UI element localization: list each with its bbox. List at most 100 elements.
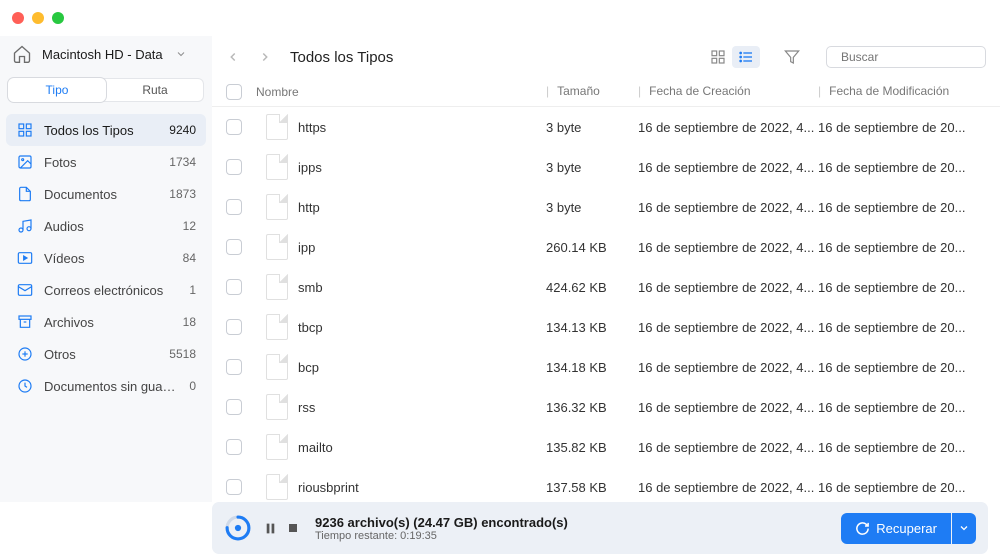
music-icon	[16, 217, 34, 235]
maximize-window-button[interactable]	[52, 12, 64, 24]
refresh-icon	[855, 521, 870, 536]
file-icon	[266, 354, 288, 380]
view-grid-button[interactable]	[704, 46, 732, 68]
row-checkbox[interactable]	[226, 239, 256, 255]
sidebar-category-4[interactable]: Vídeos84	[6, 242, 206, 274]
file-created: 16 de septiembre de 2022, 4...	[638, 480, 818, 495]
filter-button[interactable]	[778, 46, 806, 68]
scan-found-text: 9236 archivo(s) (24.47 GB) encontrado(s)	[315, 515, 568, 530]
scan-remaining-text: Tiempo restante: 0:19:35	[315, 530, 568, 542]
row-checkbox[interactable]	[226, 359, 256, 375]
sidebar-category-6[interactable]: Archivos18	[6, 306, 206, 338]
category-count: 1734	[169, 155, 196, 169]
category-label: Correos electrónicos	[44, 283, 179, 298]
table-row[interactable]: rss136.32 KB16 de septiembre de 2022, 4.…	[212, 387, 1000, 427]
row-checkbox[interactable]	[226, 399, 256, 415]
file-name: http	[298, 200, 546, 215]
minimize-window-button[interactable]	[32, 12, 44, 24]
row-checkbox[interactable]	[226, 199, 256, 215]
sidebar-category-3[interactable]: Audios12	[6, 210, 206, 242]
table-row[interactable]: ipp260.14 KB16 de septiembre de 2022, 4.…	[212, 227, 1000, 267]
sidebar-category-0[interactable]: Todos los Tipos9240	[6, 114, 206, 146]
table-row[interactable]: smb424.62 KB16 de septiembre de 2022, 4.…	[212, 267, 1000, 307]
image-icon	[16, 153, 34, 171]
category-count: 1	[189, 283, 196, 297]
row-checkbox[interactable]	[226, 159, 256, 175]
row-checkbox[interactable]	[226, 119, 256, 135]
table-header: Nombre |Tamaño |Fecha de Creación |Fecha…	[212, 78, 1000, 107]
unsaved-icon	[16, 377, 34, 395]
file-modified: 16 de septiembre de 20...	[818, 480, 986, 495]
file-created: 16 de septiembre de 2022, 4...	[638, 400, 818, 415]
sidebar-category-8[interactable]: Documentos sin guardar0	[6, 370, 206, 402]
file-icon	[266, 314, 288, 340]
category-label: Todos los Tipos	[44, 123, 159, 138]
row-checkbox[interactable]	[226, 479, 256, 495]
scan-progress-icon	[224, 514, 252, 542]
toolbar: Todos los Tipos	[212, 36, 1000, 78]
recover-label: Recuperar	[876, 521, 937, 536]
row-checkbox[interactable]	[226, 439, 256, 455]
file-size: 134.13 KB	[546, 320, 638, 335]
nav-forward-button[interactable]	[258, 50, 272, 64]
table-row[interactable]: riousbprint137.58 KB16 de septiembre de …	[212, 467, 1000, 502]
table-row[interactable]: tbcp134.13 KB16 de septiembre de 2022, 4…	[212, 307, 1000, 347]
search-input[interactable]	[841, 50, 996, 64]
file-icon	[266, 434, 288, 460]
file-created: 16 de septiembre de 2022, 4...	[638, 360, 818, 375]
nav-arrows	[226, 50, 272, 64]
file-created: 16 de septiembre de 2022, 4...	[638, 320, 818, 335]
table-row[interactable]: ipps3 byte16 de septiembre de 2022, 4...…	[212, 147, 1000, 187]
file-name: https	[298, 120, 546, 135]
recover-button-group: Recuperar	[841, 513, 976, 544]
header-modified[interactable]: |Fecha de Modificación	[818, 84, 986, 100]
recover-button[interactable]: Recuperar	[841, 513, 951, 544]
recover-dropdown-button[interactable]	[952, 513, 976, 544]
table-row[interactable]: bcp134.18 KB16 de septiembre de 2022, 4.…	[212, 347, 1000, 387]
file-modified: 16 de septiembre de 20...	[818, 360, 986, 375]
sidebar-category-7[interactable]: Otros5518	[6, 338, 206, 370]
header-name[interactable]: Nombre	[256, 84, 546, 100]
file-modified: 16 de septiembre de 20...	[818, 120, 986, 135]
table-row[interactable]: http3 byte16 de septiembre de 2022, 4...…	[212, 187, 1000, 227]
file-icon	[266, 274, 288, 300]
table-row[interactable]: mailto135.82 KB16 de septiembre de 2022,…	[212, 427, 1000, 467]
sidebar-category-2[interactable]: Documentos1873	[6, 178, 206, 210]
row-checkbox[interactable]	[226, 319, 256, 335]
grid-icon	[16, 121, 34, 139]
file-size: 136.32 KB	[546, 400, 638, 415]
header-checkbox-col[interactable]	[226, 84, 256, 100]
table-row[interactable]: https3 byte16 de septiembre de 2022, 4..…	[212, 107, 1000, 147]
file-created: 16 de septiembre de 2022, 4...	[638, 280, 818, 295]
table-body: https 3 byte 16 de septiembre de 2022, 4..…	[212, 107, 1000, 502]
close-window-button[interactable]	[12, 12, 24, 24]
file-icon	[266, 234, 288, 260]
header-created[interactable]: |Fecha de Creación	[638, 84, 818, 100]
file-icon	[266, 194, 288, 220]
file-name: ipp	[298, 240, 546, 255]
sidebar-category-1[interactable]: Fotos1734	[6, 146, 206, 178]
file-name: tbcp	[298, 320, 546, 335]
category-list: Todos los Tipos9240Fotos1734Documentos18…	[6, 114, 206, 402]
file-size: 134.18 KB	[546, 360, 638, 375]
scan-status: 9236 archivo(s) (24.47 GB) encontrado(s)…	[315, 515, 568, 542]
file-modified: 16 de septiembre de 20...	[818, 200, 986, 215]
location-selector[interactable]: Macintosh HD - Data	[6, 36, 206, 78]
header-size[interactable]: |Tamaño	[546, 84, 638, 100]
sidebar-category-5[interactable]: Correos electrónicos 1	[6, 274, 206, 306]
view-list-button[interactable]	[732, 46, 760, 68]
doc-icon	[16, 185, 34, 203]
window-controls	[12, 12, 64, 24]
file-size: 424.62 KB	[546, 280, 638, 295]
pause-scan-button[interactable]	[264, 522, 277, 535]
file-modified: 16 de septiembre de 20...	[818, 280, 986, 295]
tab-tipo[interactable]: Tipo	[8, 78, 106, 102]
file-name: smb	[298, 280, 546, 295]
search-box[interactable]	[826, 46, 986, 68]
file-size: 135.82 KB	[546, 440, 638, 455]
nav-back-button[interactable]	[226, 50, 240, 64]
row-checkbox[interactable]	[226, 279, 256, 295]
stop-scan-button[interactable]	[287, 522, 299, 535]
file-size: 3 byte	[546, 160, 638, 175]
tab-ruta[interactable]: Ruta	[106, 78, 204, 102]
